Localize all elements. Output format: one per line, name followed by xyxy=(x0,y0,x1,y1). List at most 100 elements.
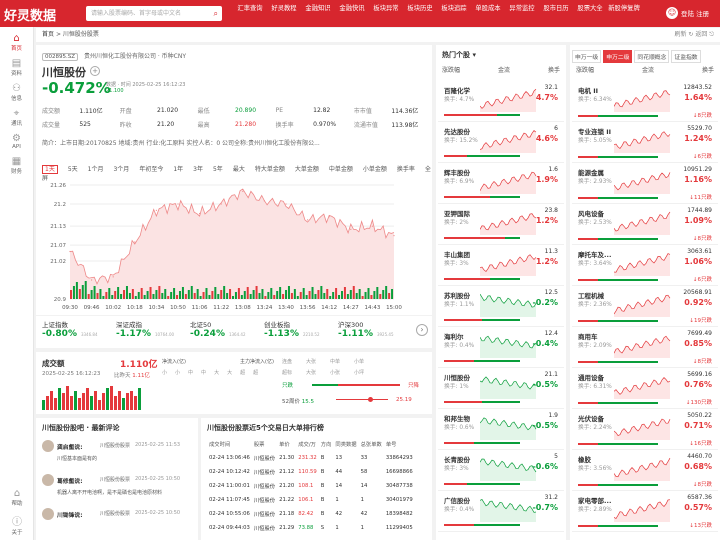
period-tab-9[interactable]: 特大单金额 xyxy=(255,166,285,173)
comment-item[interactable]: 龚启壑说: 川恒股份股票 2025-02-25 11:53 川恒基本面是有的 xyxy=(42,440,194,470)
comment-source[interactable]: 川恒股份股票 xyxy=(100,476,130,483)
comment-item[interactable]: 葛修壑说: 川恒股份股票 2025-02-25 10:50 机器人离不开电池啊，是不是… xyxy=(42,474,194,504)
sector-tab-0[interactable]: 申万一级 xyxy=(572,50,602,63)
nav-item-4[interactable]: 板块异常 xyxy=(369,0,403,27)
search-icon[interactable]: ⌕ xyxy=(214,6,218,21)
index-card[interactable]: 沪深300 -1.11% 3925.45 xyxy=(338,319,424,347)
sector-item[interactable]: 摩托车及... 换手: 3.64% 3063.61 1.06% ↓6只跌 xyxy=(572,245,718,286)
size-labels: 连盘 大张 中单 小单 xyxy=(282,358,364,365)
sector-item[interactable]: 专业连锁 II 换手: 5.05% 5529.70 1.24% ↓6只跌 xyxy=(572,122,718,163)
site-logo[interactable]: 好灵数据 xyxy=(4,5,56,24)
hot-stock-item[interactable]: 和邦生物 换手: 0.6% 1.9 -0.5% xyxy=(438,409,564,450)
table-row[interactable]: 02-24 11:07:45 川恒股份 21.22 106.1 B 1 1 30401979 xyxy=(207,493,415,507)
period-tab-13[interactable]: 换手率 xyxy=(397,166,415,173)
breadcrumb-home[interactable]: 首页 xyxy=(42,31,54,38)
period-tab-7[interactable]: 5年 xyxy=(213,166,223,173)
avatar[interactable] xyxy=(42,474,54,486)
period-tab-6[interactable]: 3年 xyxy=(193,166,203,173)
nav-item-1[interactable]: 好灵教程 xyxy=(267,0,301,27)
sector-tab-2[interactable]: 同花顺概念 xyxy=(634,50,670,63)
sidebar-item-0[interactable]: ⌂ 首页 xyxy=(0,33,33,52)
sector-item[interactable]: 商用车 换手: 2.09% 7699.49 0.85% ↓8只跌 xyxy=(572,327,718,368)
period-tab-2[interactable]: 1个月 xyxy=(88,166,104,173)
period-tab-8[interactable]: 最大 xyxy=(233,166,245,173)
sector-item[interactable]: 家电零部... 换手: 2.89% 6587.36 0.57% ↓13只跌 xyxy=(572,491,718,532)
nav-item-11[interactable]: 新股停复牌 xyxy=(607,0,641,27)
back-link[interactable]: 返回 xyxy=(695,31,707,38)
sidebar-bottom-item-0[interactable]: ⌂ 帮助 xyxy=(0,488,34,507)
comment-source[interactable]: 川恒股份股票 xyxy=(100,442,130,449)
sector-item[interactable]: 橡胶 换手: 3.56% 4460.70 0.68% ↓8只跌 xyxy=(572,450,718,491)
comment-item[interactable]: 川锄锋说: 川恒股份股票 2025-02-25 10:50 xyxy=(42,508,194,538)
comment-user[interactable]: 川锄锋说: xyxy=(57,510,83,519)
sidebar-item-3[interactable]: ⌖ 通讯 xyxy=(0,108,33,127)
add-watch-icon[interactable]: + xyxy=(90,66,100,76)
period-tab-5[interactable]: 1年 xyxy=(173,166,183,173)
hot-col-turnover[interactable]: 换手 xyxy=(548,65,560,74)
table-row[interactable]: 02-24 09:44:03 川恒股份 21.29 73.88 S 1 1 11299405 xyxy=(207,521,415,535)
sidebar-item-2[interactable]: ⚇ 信息 xyxy=(0,83,33,102)
period-tab-10[interactable]: 大单金额 xyxy=(295,166,319,173)
intraday-chart[interactable]: 21.26 21.2 21.13 21.07 21.02 20.9 09:30 09:46 10… xyxy=(42,181,402,321)
sector-item[interactable]: 电机 II 换手: 6.34% 12843.52 1.64% ↓8只跌 xyxy=(572,81,718,122)
refresh-link[interactable]: 刷新 xyxy=(674,31,686,38)
avatar[interactable]: ☺ xyxy=(666,7,678,19)
period-tab-1[interactable]: 5天 xyxy=(68,166,78,173)
chevron-down-icon[interactable]: ▾ xyxy=(472,51,476,59)
sector-flow: 20568.91 xyxy=(683,289,712,296)
hot-stock-item[interactable]: 亚钾国际 换手: 2% 23.8 1.2% xyxy=(438,204,564,245)
nav-item-7[interactable]: 单股成本 xyxy=(471,0,505,27)
period-tab-11[interactable]: 中单金额 xyxy=(329,166,353,173)
nav-item-2[interactable]: 金融知识 xyxy=(301,0,335,27)
sidebar-item-1[interactable]: ▤ 资料 xyxy=(0,58,33,77)
nav-item-8[interactable]: 异常监控 xyxy=(505,0,539,27)
hot-stock-item[interactable]: 丰山集团 换手: 3% 11.3 1.2% xyxy=(438,245,564,286)
sidebar-bottom-item-1[interactable]: ⓘ 关于 xyxy=(0,513,34,536)
avatar[interactable] xyxy=(42,440,54,452)
period-tab-0[interactable]: 1天 xyxy=(42,165,58,174)
hot-stock-item[interactable]: 先达股份 换手: 15.2% 6 4.6% xyxy=(438,122,564,163)
sector-item[interactable]: 通用设备 换手: 6.31% 5699.16 0.76% ↓130只跌 xyxy=(572,368,718,409)
comment-user[interactable]: 龚启壑说: xyxy=(57,442,83,451)
sector-item[interactable]: 能源金属 换手: 2.93% 10951.29 1.16% ↓11只跌 xyxy=(572,163,718,204)
nav-item-3[interactable]: 金融快讯 xyxy=(335,0,369,27)
sector-item[interactable]: 工程机械 换手: 2.36% 20568.91 0.92% ↓19只跌 xyxy=(572,286,718,327)
period-tab-4[interactable]: 年初至今 xyxy=(139,166,163,173)
sector-col-flow[interactable]: 金流 xyxy=(642,65,654,74)
table-row[interactable]: 02-24 10:12:42 川恒股份 21.12 110.59 B 44 58 166988… xyxy=(207,465,415,479)
nav-item-6[interactable]: 板块追踪 xyxy=(437,0,471,27)
hot-col-flow[interactable]: 金流 xyxy=(498,65,510,74)
sector-tab-1[interactable]: 申万二级 xyxy=(603,50,633,63)
hot-stock-item[interactable]: 川恒股份 换手: 1% 21.1 -0.5% xyxy=(438,368,564,409)
avatar[interactable] xyxy=(42,508,54,520)
hot-stock-item[interactable]: 广信股份 换手: 0.4% 31.2 -0.7% xyxy=(438,491,564,532)
hot-col-change[interactable]: 涨跌幅 xyxy=(442,65,460,74)
hot-stock-item[interactable]: 百隆化学 换手: 4.7% 32.1 4.7% xyxy=(438,81,564,122)
period-tab-3[interactable]: 3个月 xyxy=(113,166,129,173)
nav-item-10[interactable]: 股票大全 xyxy=(573,0,607,27)
hot-stock-item[interactable]: 辉丰股份 换手: 6.9% 1.6 1.9% xyxy=(438,163,564,204)
table-row[interactable]: 02-24 11:00:01 川恒股份 21.20 108.1 B 14 14 3048773… xyxy=(207,479,415,493)
next-arrow-icon[interactable]: › xyxy=(416,324,428,336)
sector-col-turnover[interactable]: 换手 xyxy=(702,65,714,74)
table-row[interactable]: 02-24 13:06:46 川恒股份 21.30 231.32 B 13 33 338642… xyxy=(207,451,415,465)
nav-item-0[interactable]: 汇率查询 xyxy=(233,0,267,27)
comment-user[interactable]: 葛修壑说: xyxy=(57,476,83,485)
nav-item-5[interactable]: 板块历史 xyxy=(403,0,437,27)
login-link[interactable]: 登陆 注册 xyxy=(681,8,709,18)
period-tab-12[interactable]: 小单金额 xyxy=(363,166,387,173)
user-area[interactable]: ☺ 登陆 注册 xyxy=(666,7,709,19)
table-row[interactable]: 02-24 10:55:06 川恒股份 21.18 82.42 B 42 42 1839848… xyxy=(207,507,415,521)
sector-col-change[interactable]: 涨跌幅 xyxy=(576,65,594,74)
nav-item-9[interactable]: 股市日历 xyxy=(539,0,573,27)
sidebar-item-4[interactable]: ⚙ API xyxy=(0,133,33,150)
hot-stock-item[interactable]: 海利尔 换手: 0.4% 12.4 -0.4% xyxy=(438,327,564,368)
sector-item[interactable]: 风电设备 换手: 2.53% 1744.89 1.09% ↓8只跌 xyxy=(572,204,718,245)
hot-stock-item[interactable]: 长青股份 换手: 3% 5 -0.6% xyxy=(438,450,564,491)
comment-source[interactable]: 川恒股份股票 xyxy=(100,510,130,517)
sector-item[interactable]: 光伏设备 换手: 2.24% 5050.22 0.71% ↓16只跌 xyxy=(572,409,718,450)
sector-tab-3[interactable]: 证监指数 xyxy=(671,50,701,63)
search-input[interactable]: 请输入股票编码、首字母或中文名 ⌕ xyxy=(86,6,222,21)
hot-stock-item[interactable]: 苏利股份 换手: 1.1% 12.5 -0.2% xyxy=(438,286,564,327)
sidebar-item-5[interactable]: ▦ 财务 xyxy=(0,156,33,175)
